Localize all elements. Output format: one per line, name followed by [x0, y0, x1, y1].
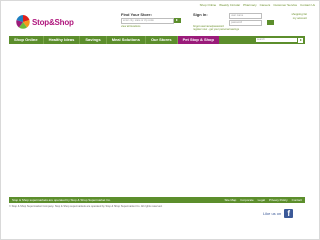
footer-link-privacy[interactable]: Privacy Policy	[269, 198, 288, 202]
facebook-like-link[interactable]: Like us on f	[263, 208, 305, 218]
footer-bar: Stop & Shop supermarkets are operated by…	[9, 197, 305, 203]
facebook-icon: f	[284, 208, 294, 218]
top-link-careers[interactable]: Careers	[260, 2, 271, 8]
footer-operator-text: Stop & Shop supermarkets are operated by…	[12, 198, 111, 202]
top-link-pharmacy[interactable]: Pharmacy	[243, 2, 257, 8]
page-frame: Shop Online Weekly Circular Pharmacy Car…	[0, 0, 320, 240]
footer-link-corporate[interactable]: Corporate	[240, 198, 253, 202]
find-store-widget: Find Your Store: enter city, state or zi…	[121, 12, 183, 34]
tab-healthy-ideas[interactable]: Healthy Ideas	[44, 36, 81, 44]
tab-shop-online[interactable]: Shop Online	[9, 36, 44, 44]
site-search-button[interactable]	[298, 37, 303, 43]
main-nav-bar: Shop Online Healthy Ideas Savings Meal S…	[9, 36, 305, 44]
like-us-label: Like us on	[263, 210, 282, 216]
find-store-go-button[interactable]	[174, 18, 181, 23]
tab-meal-solutions[interactable]: Meal Solutions	[107, 36, 146, 44]
tab-savings[interactable]: Savings	[80, 36, 107, 44]
find-store-title: Find Your Store:	[121, 12, 152, 17]
my-account-link[interactable]: my account	[285, 16, 307, 20]
sign-in-widget: Sign In: user name password forgot usern…	[193, 12, 283, 38]
register-link[interactable]: register now - get your personal savings	[193, 28, 281, 31]
top-link-customer-service[interactable]: Customer Service	[273, 2, 297, 8]
stop-and-shop-logo-icon	[15, 14, 31, 30]
top-link-contact-us[interactable]: Contact Us	[300, 2, 315, 8]
find-store-input[interactable]: enter city, state or zip code	[121, 18, 174, 24]
footer-link-contact[interactable]: Contact	[292, 198, 302, 202]
account-links: shopping list my account	[285, 12, 307, 20]
sign-in-links: forgot username/password register now - …	[193, 25, 281, 32]
view-all-locations-link[interactable]: view all locations	[121, 25, 183, 29]
copyright-text: © Stop & Shop Supermarket Company. Stop …	[9, 205, 163, 208]
site-search-input[interactable]: search	[256, 37, 297, 42]
site-logo[interactable]: Stop&Shop	[15, 13, 74, 31]
footer-links: Site Map Corporate Legal Privacy Policy …	[224, 198, 305, 202]
footer-link-site-map[interactable]: Site Map	[224, 198, 236, 202]
tab-pet-stop-and-shop[interactable]: Pet Stop & Shop	[177, 36, 219, 44]
username-field[interactable]: user name	[229, 13, 262, 19]
top-utility-nav: Shop Online Weekly Circular Pharmacy Car…	[115, 2, 315, 8]
top-link-weekly-circular[interactable]: Weekly Circular	[219, 2, 240, 8]
tab-our-stores[interactable]: Our Stores	[146, 36, 178, 44]
logo-wordmark: Stop&Shop	[32, 18, 74, 27]
top-link-shop-online[interactable]: Shop Online	[200, 2, 217, 8]
footer-link-legal[interactable]: Legal	[258, 198, 265, 202]
